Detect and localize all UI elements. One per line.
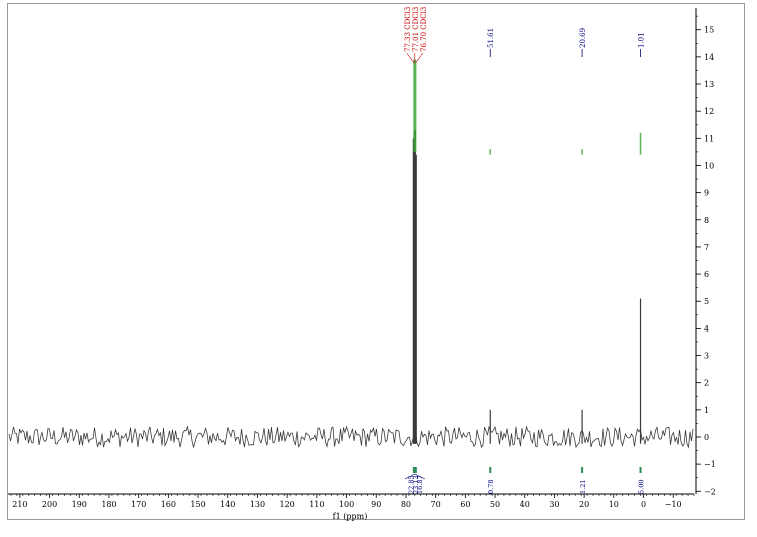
y-tick-label: 14 xyxy=(704,53,714,62)
x-tick-label: 200 xyxy=(42,500,57,509)
x-tick-label: 80 xyxy=(401,500,411,509)
y-tick-label: −1 xyxy=(704,460,716,469)
y-tick-label: 4 xyxy=(704,324,709,333)
x-tick-label: 120 xyxy=(280,500,295,509)
y-tick-label: 7 xyxy=(704,243,709,252)
y-tick-label: −2 xyxy=(704,487,716,496)
y-tick-label: 0 xyxy=(704,433,709,442)
nmr-spectrum-chart: 77.33 CDCl3 77.01 CDCl3 76.70 CDCl3 51.61 20… xyxy=(0,0,757,533)
y-tick-label: 13 xyxy=(704,80,714,89)
peak-label: 77.01 CDCl3 xyxy=(412,7,420,52)
x-tick-label: 30 xyxy=(549,500,559,509)
integral-value: 5.00 xyxy=(638,480,646,494)
x-tick-label: 40 xyxy=(520,500,530,509)
y-tick-label: 10 xyxy=(704,161,714,170)
y-axis: 1514131211109876543210−1−2 xyxy=(695,8,716,496)
x-tick-label: 210 xyxy=(12,500,27,509)
y-tick-label: 9 xyxy=(704,189,709,198)
integral-marker xyxy=(581,467,584,473)
x-tick-label: 0 xyxy=(641,500,646,509)
peak-label-connector xyxy=(415,52,424,64)
plot-area: 77.33 CDCl3 77.01 CDCl3 76.70 CDCl3 51.61 20… xyxy=(8,7,694,494)
y-tick-label: 6 xyxy=(704,270,709,279)
x-tick-label: 100 xyxy=(339,500,354,509)
integral-curve xyxy=(489,149,491,155)
peak-label: 76.70 CDCl3 xyxy=(420,7,428,52)
x-tick-label: 90 xyxy=(371,500,381,509)
x-tick-label: 60 xyxy=(460,500,470,509)
x-axis: 210 200 190 180 170 160 150 140 130 120 110 100 90 80… xyxy=(8,493,695,509)
peak-label: 77.33 CDCl3 xyxy=(404,7,412,52)
y-tick-label: 1 xyxy=(704,406,709,415)
y-tick-label: 12 xyxy=(704,107,714,116)
x-tick-label: 180 xyxy=(101,500,116,509)
integral-curve xyxy=(581,149,583,155)
y-tick-label: 3 xyxy=(704,352,709,361)
peak-label: 1.01 xyxy=(638,32,646,48)
x-tick-label: 140 xyxy=(220,500,235,509)
x-tick-label: 170 xyxy=(131,500,146,509)
x-tick-label: 70 xyxy=(431,500,441,509)
peak-label: 51.61 xyxy=(487,28,495,48)
x-tick-label: −10 xyxy=(665,500,682,509)
x-tick-label: 150 xyxy=(190,500,205,509)
y-tick-label: 5 xyxy=(704,297,709,306)
x-tick-label: 190 xyxy=(72,500,87,509)
integral-marker xyxy=(639,467,642,473)
integral-value: 1.21 xyxy=(579,480,587,494)
x-tick-label: 130 xyxy=(250,500,265,509)
y-tick-label: 8 xyxy=(704,216,709,225)
y-tick-label: 11 xyxy=(704,134,714,143)
x-tick-label: 20 xyxy=(579,500,589,509)
integral-curve xyxy=(639,132,642,155)
integral-value: 0.78 xyxy=(487,480,495,494)
x-tick-label: 10 xyxy=(609,500,619,509)
y-tick-label: 2 xyxy=(704,379,709,388)
y-tick-label: 15 xyxy=(704,26,714,35)
peak-label: 20.69 xyxy=(579,28,587,48)
x-axis-label: f1 (ppm) xyxy=(333,512,368,521)
integrals: 22.8523.1316.87 0.78 1.21 5.00 xyxy=(404,467,646,494)
peak-label-connector xyxy=(406,52,415,64)
integral-curve xyxy=(413,59,417,152)
x-tick-label: 110 xyxy=(309,500,324,509)
peak-labels: 77.33 CDCl3 77.01 CDCl3 76.70 CDCl3 51.61 20… xyxy=(404,7,646,64)
integral-marker xyxy=(412,467,417,473)
chart-svg: 77.33 CDCl3 77.01 CDCl3 76.70 CDCl3 51.61 20… xyxy=(7,3,745,521)
integral-marker xyxy=(489,467,492,473)
spectrum-baseline xyxy=(8,425,694,449)
x-tick-label: 50 xyxy=(490,500,500,509)
x-tick-label: 160 xyxy=(161,500,176,509)
integral-value: 16.87 xyxy=(416,475,424,494)
